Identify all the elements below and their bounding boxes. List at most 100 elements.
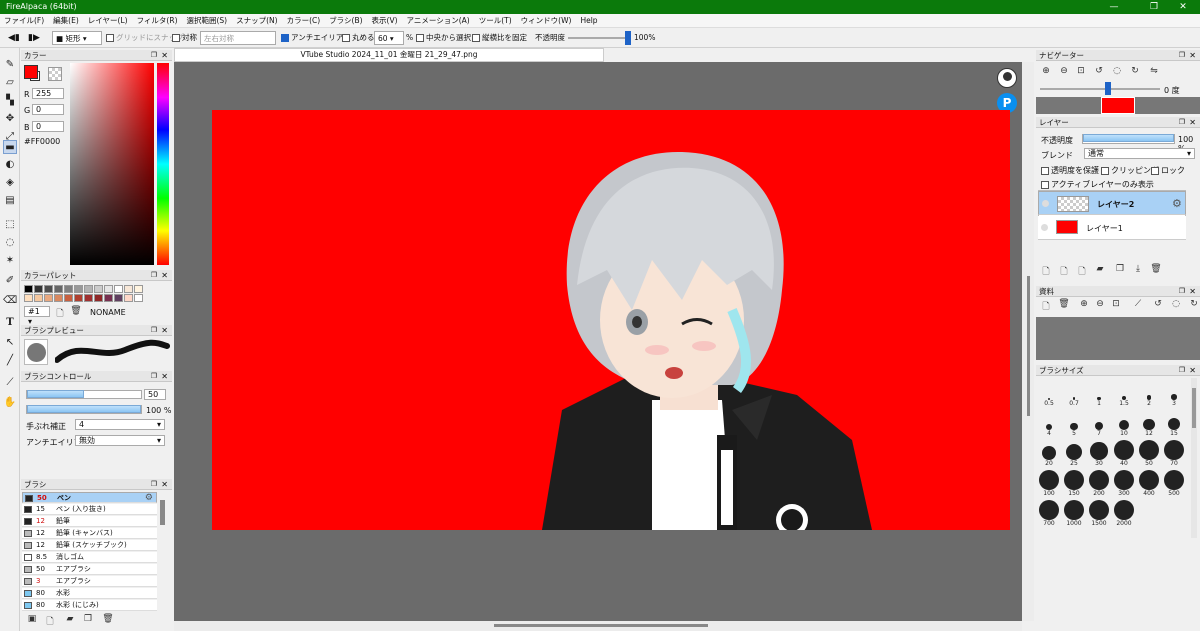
merge-down-icon[interactable]: ⤓ xyxy=(1132,264,1144,274)
new-palette-icon[interactable]: 🗋 xyxy=(54,306,66,322)
palette-swatch[interactable] xyxy=(74,294,83,302)
menu-brush[interactable]: ブラシ(B) xyxy=(329,15,362,26)
folder-icon[interactable]: ▰ xyxy=(64,614,76,624)
palette-swatch[interactable] xyxy=(124,285,133,293)
round-value-input[interactable]: 60 ▾ xyxy=(374,31,404,45)
lasso-fill-icon[interactable]: ◐ xyxy=(3,158,17,172)
hue-slider[interactable] xyxy=(157,63,169,265)
brush-size-option[interactable]: 1.5 xyxy=(1112,380,1136,407)
brush-size-option[interactable]: 15 xyxy=(1162,410,1186,437)
select-eraser-icon[interactable]: ⌫ xyxy=(3,294,17,308)
text-tool-icon[interactable]: T xyxy=(3,316,17,330)
palette-swatch[interactable] xyxy=(24,285,33,293)
close-icon[interactable]: ✕ xyxy=(1189,50,1196,61)
menu-snap[interactable]: スナップ(N) xyxy=(236,15,277,26)
hand-tool-icon[interactable]: ✋ xyxy=(3,396,17,410)
float-icon[interactable]: ❐ xyxy=(151,479,157,490)
palette-swatch[interactable] xyxy=(74,285,83,293)
brush-size-option[interactable]: 12 xyxy=(1137,410,1161,437)
zoom-fit-icon[interactable]: ⊡ xyxy=(1110,299,1122,309)
new-layer-8bit-icon[interactable]: 🗋 xyxy=(1058,264,1070,280)
brush-item[interactable]: 80 水彩 (にじみ) xyxy=(22,600,157,611)
brush-size-option[interactable]: 5 xyxy=(1062,410,1086,437)
palette-swatch[interactable] xyxy=(24,294,33,302)
close-icon[interactable]: ✕ xyxy=(1189,286,1196,297)
menu-edit[interactable]: 編集(E) xyxy=(53,15,79,26)
palette-swatch[interactable] xyxy=(64,294,73,302)
menu-view[interactable]: 表示(V) xyxy=(372,15,398,26)
close-icon[interactable]: ✕ xyxy=(161,479,168,490)
brush-item[interactable]: 3 エアブラシ xyxy=(22,576,157,587)
fix-ratio-checkbox[interactable]: 縦横比を固定 xyxy=(472,31,527,45)
primary-color-swatch[interactable] xyxy=(24,65,38,79)
brush-size-option[interactable]: 30 xyxy=(1087,440,1111,467)
select-rect-icon[interactable]: ⬚ xyxy=(3,218,17,232)
delete-palette-icon[interactable]: 🗑 xyxy=(70,306,82,316)
menu-help[interactable]: Help xyxy=(580,16,597,25)
lasso-icon[interactable]: ◌ xyxy=(3,236,17,250)
palette-swatch[interactable] xyxy=(94,294,103,302)
brush-item[interactable]: 12 鉛筆 xyxy=(22,516,157,527)
rotate-right-icon[interactable]: ↻ xyxy=(1188,299,1200,309)
brush-item[interactable]: 8.5 消しゴム xyxy=(22,552,157,563)
palette-swatch[interactable] xyxy=(114,285,123,293)
palette-swatch[interactable] xyxy=(104,294,113,302)
delete-brush-icon[interactable]: 🗑 xyxy=(102,614,114,624)
gradient-tool-icon[interactable]: ▤ xyxy=(3,194,17,208)
palette-swatch[interactable] xyxy=(84,285,93,293)
document-tab[interactable]: VTube Studio 2024_11_01 金曜日 21_29_47.png xyxy=(174,48,604,62)
magic-wand-icon[interactable]: ✶ xyxy=(3,254,17,268)
rotate-left-icon[interactable]: ↺ xyxy=(1093,66,1105,76)
close-icon[interactable]: ✕ xyxy=(161,50,168,61)
palette-swatch[interactable] xyxy=(104,285,113,293)
symmetry-checkbox[interactable]: 対称 xyxy=(172,31,197,45)
lock-checkbox[interactable]: ロック xyxy=(1151,165,1185,176)
palette-swatch[interactable] xyxy=(44,285,53,293)
bucket-tool-icon[interactable]: ◈ xyxy=(3,176,17,190)
duplicate-brush-icon[interactable]: ❐ xyxy=(82,614,94,624)
rectangle-tool-icon[interactable]: ▬ xyxy=(3,140,17,154)
menu-window[interactable]: ウィンドウ(W) xyxy=(521,15,572,26)
dot-tool-icon[interactable]: ▚ xyxy=(3,94,17,108)
save-brush-icon[interactable]: ▣ xyxy=(26,614,38,624)
duplicate-layer-icon[interactable]: ❐ xyxy=(1114,264,1126,274)
new-layer-1bit-icon[interactable]: 🗋 xyxy=(1076,264,1088,280)
brush-size-option[interactable]: 25 xyxy=(1062,440,1086,467)
divide-tool-icon[interactable]: ╱ xyxy=(3,354,17,368)
palette-swatch[interactable] xyxy=(84,294,93,302)
gear-icon[interactable]: ⚙ xyxy=(1172,197,1182,210)
opacity-slider-thumb[interactable] xyxy=(625,31,631,45)
zoom-out-icon[interactable]: ⊖ xyxy=(1094,299,1106,309)
brush-aa-select[interactable]: 無効 ▾ xyxy=(75,435,165,446)
brush-size-slider[interactable] xyxy=(26,390,142,399)
menu-selection[interactable]: 選択範囲(S) xyxy=(187,15,228,26)
menu-filter[interactable]: フィルタ(R) xyxy=(137,15,178,26)
operation-tool-icon[interactable]: ↖ xyxy=(3,336,17,350)
prev-icon[interactable]: ◀▮ xyxy=(8,31,20,45)
float-icon[interactable]: ❐ xyxy=(151,371,157,382)
layer-opacity-slider[interactable] xyxy=(1082,134,1175,144)
palette-swatch[interactable] xyxy=(94,285,103,293)
brush-size-option[interactable]: 100 xyxy=(1037,470,1061,497)
drawing-canvas[interactable] xyxy=(212,110,1010,530)
rotate-right-icon[interactable]: ↻ xyxy=(1129,66,1141,76)
brush-size-option[interactable]: 4 xyxy=(1037,410,1061,437)
brush-size-option[interactable]: 400 xyxy=(1137,470,1161,497)
visibility-icon[interactable] xyxy=(1041,224,1048,231)
layer-item-1[interactable]: レイヤー1 xyxy=(1038,216,1186,240)
zoom-fit-icon[interactable]: ⊡ xyxy=(1075,66,1087,76)
protect-alpha-checkbox[interactable]: 透明度を保護 xyxy=(1041,165,1099,176)
brush-size-value[interactable]: 50 xyxy=(144,389,166,400)
shape-select[interactable]: ■ 矩形 ▾ xyxy=(52,31,102,45)
from-center-checkbox[interactable]: 中央から選択 xyxy=(416,31,471,45)
float-icon[interactable]: ❐ xyxy=(151,325,157,336)
palette-swatch[interactable] xyxy=(114,294,123,302)
rotation-slider[interactable] xyxy=(1040,88,1160,90)
transparent-color-swatch[interactable] xyxy=(48,67,62,81)
rotate-left-icon[interactable]: ↺ xyxy=(1152,299,1164,309)
saturation-value-picker[interactable] xyxy=(70,63,154,265)
brush-size-option[interactable]: 40 xyxy=(1112,440,1136,467)
menu-layer[interactable]: レイヤー(L) xyxy=(88,15,128,26)
r-input[interactable]: 255 xyxy=(32,88,64,99)
brush-size-option[interactable]: 10 xyxy=(1112,410,1136,437)
